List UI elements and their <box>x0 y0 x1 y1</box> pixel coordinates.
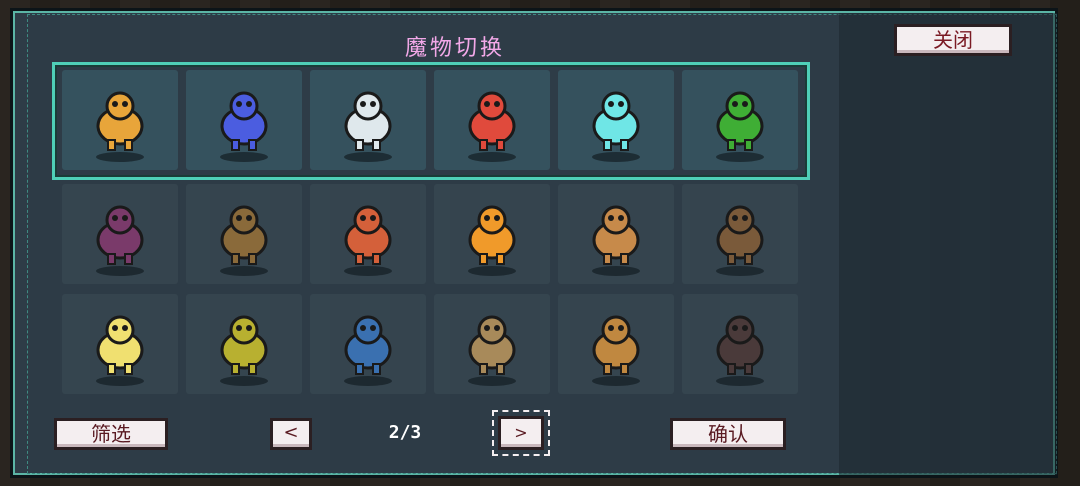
filter-button[interactable]: 筛选 <box>54 418 168 450</box>
monster-slot[interactable] <box>682 294 798 394</box>
monster-slot[interactable] <box>186 70 302 170</box>
monster-slot[interactable] <box>558 294 674 394</box>
close-button[interactable]: 关闭 <box>894 24 1012 56</box>
monster-slot[interactable] <box>62 184 178 284</box>
monster-slot[interactable] <box>62 70 178 170</box>
monster-slot[interactable] <box>558 70 674 170</box>
right-side-panel <box>839 13 1057 475</box>
monster-slot[interactable] <box>186 184 302 284</box>
page-indicator: 2/3 <box>388 422 422 443</box>
dialog-title: 魔物切换 <box>404 36 505 61</box>
monster-slot[interactable] <box>310 184 426 284</box>
monster-slot[interactable] <box>682 184 798 284</box>
confirm-button[interactable]: 确认 <box>670 418 786 450</box>
prev-page-button[interactable]: < <box>270 418 312 450</box>
monster-slot[interactable] <box>434 70 550 170</box>
monster-slot[interactable] <box>682 70 798 170</box>
monster-slot[interactable] <box>62 294 178 394</box>
monster-slot[interactable] <box>310 70 426 170</box>
monster-slot[interactable] <box>186 294 302 394</box>
monster-slot[interactable] <box>434 184 550 284</box>
next-page-button[interactable]: > <box>498 416 544 450</box>
monster-slot[interactable] <box>310 294 426 394</box>
monster-slot[interactable] <box>434 294 550 394</box>
monster-slot[interactable] <box>558 184 674 284</box>
